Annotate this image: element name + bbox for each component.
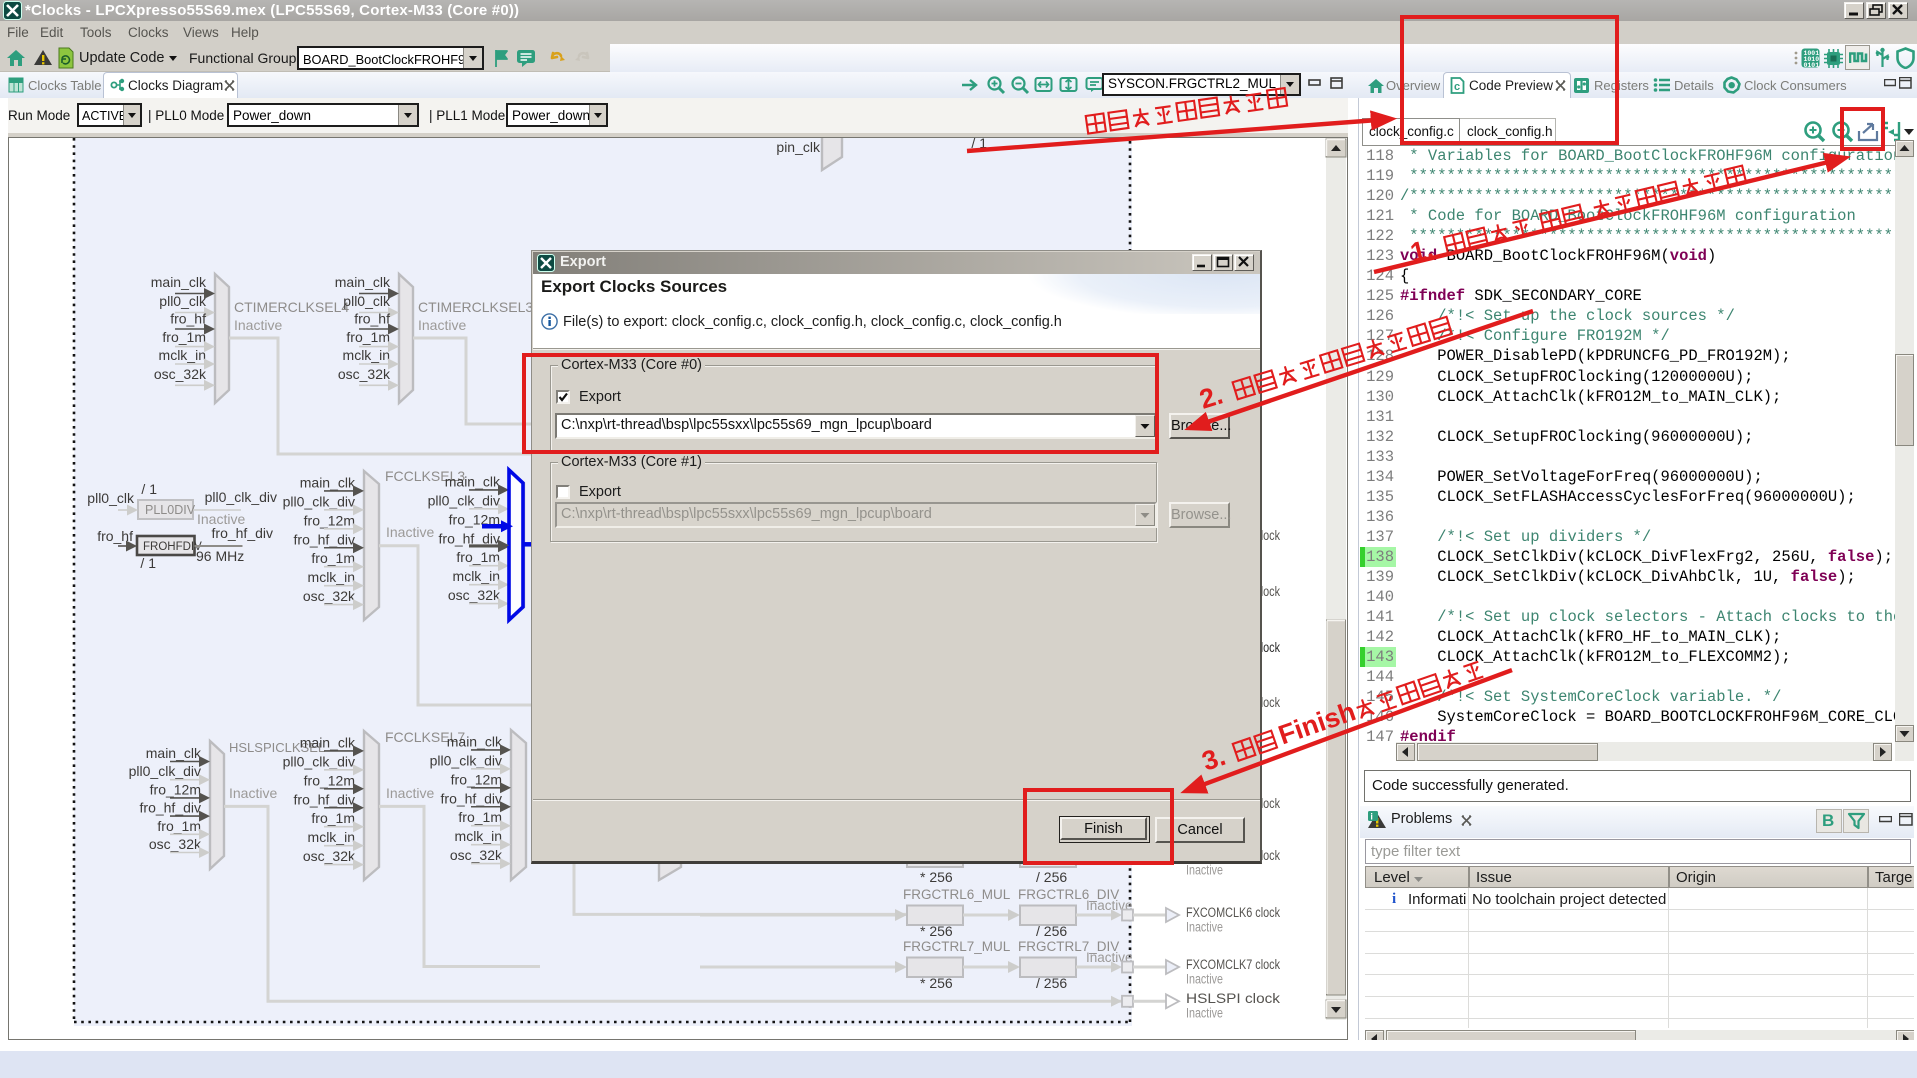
svg-text:main_clk: main_clk: [447, 733, 503, 749]
svg-text:osc_32k: osc_32k: [303, 848, 356, 864]
svg-text:mclk_in: mclk_in: [455, 828, 502, 844]
svg-text:CTIMERCLKSEL4: CTIMERCLKSEL4: [234, 299, 349, 315]
svg-text:i: i: [1370, 811, 1373, 821]
svg-text:* 256: * 256: [920, 923, 953, 939]
svg-text:fro_1m: fro_1m: [346, 329, 390, 345]
svg-text:mclk_in: mclk_in: [159, 347, 206, 363]
svg-text:fro_hf: fro_hf: [170, 311, 206, 327]
svg-text:fro_12m: fro_12m: [304, 772, 355, 788]
svg-text:mclk_in: mclk_in: [308, 829, 355, 845]
svg-text:FRGCTRL7_MUL: FRGCTRL7_MUL: [903, 939, 1011, 954]
svg-text:/ 1: / 1: [141, 481, 157, 497]
svg-text:main_clk: main_clk: [335, 274, 391, 290]
svg-text:fro_hf_div: fro_hf_div: [212, 525, 273, 541]
svg-text:osc_32k: osc_32k: [154, 366, 207, 382]
svg-text:FROHFDIV: FROHFDIV: [143, 541, 202, 553]
svg-text:FXCOMCLK6 clock: FXCOMCLK6 clock: [1186, 905, 1280, 920]
svg-text:mclk_in: mclk_in: [308, 569, 355, 585]
svg-text:Inactive: Inactive: [386, 785, 434, 801]
svg-text:/ 1: / 1: [971, 138, 987, 151]
svg-text:c: c: [1454, 81, 1460, 93]
svg-text:Inactive: Inactive: [386, 524, 434, 540]
svg-text:Inactive: Inactive: [1186, 863, 1223, 878]
svg-text:fro_hf_div: fro_hf_div: [294, 531, 355, 547]
svg-text:* 256: * 256: [920, 869, 953, 885]
svg-text:fro_1m: fro_1m: [311, 810, 355, 826]
svg-text:osc_32k: osc_32k: [450, 847, 503, 863]
svg-text:Inactive: Inactive: [229, 785, 277, 801]
svg-text:fro_hf_div: fro_hf_div: [439, 530, 500, 546]
svg-text:mclk_in: mclk_in: [453, 568, 500, 584]
svg-text:fro_12m: fro_12m: [304, 512, 355, 528]
svg-text:osc_32k: osc_32k: [338, 366, 391, 382]
svg-text:Inactive: Inactive: [1186, 920, 1223, 935]
svg-text:osc_32k: osc_32k: [149, 836, 202, 852]
svg-text:main_clk: main_clk: [300, 734, 356, 750]
svg-text:pll0_clk_div: pll0_clk_div: [430, 752, 502, 768]
svg-text:pll0_clk_div: pll0_clk_div: [283, 753, 355, 769]
svg-text:fro_hf_div: fro_hf_div: [140, 800, 201, 816]
svg-text:HSLSPI clock: HSLSPI clock: [1186, 991, 1280, 1006]
svg-text:osc_32k: osc_32k: [303, 588, 356, 604]
svg-text:fro_12m: fro_12m: [451, 771, 502, 787]
svg-text:fro_hf: fro_hf: [354, 311, 390, 327]
svg-text:fro_1m: fro_1m: [311, 550, 355, 566]
svg-text:fro_12m: fro_12m: [150, 781, 201, 797]
svg-text:pll0_clk_div: pll0_clk_div: [283, 493, 355, 509]
svg-text:PLL0DIV: PLL0DIV: [145, 503, 196, 517]
svg-text:fro_hf_div: fro_hf_div: [294, 791, 355, 807]
svg-text:pll0_clk: pll0_clk: [159, 293, 207, 309]
svg-text:pll0_clk: pll0_clk: [343, 293, 391, 309]
svg-text:/ 256: / 256: [1036, 869, 1067, 885]
svg-text:main_clk: main_clk: [300, 474, 356, 490]
svg-text:fro_1m: fro_1m: [162, 329, 206, 345]
svg-text:main_clk: main_clk: [146, 745, 202, 761]
svg-text:Inactive: Inactive: [1186, 1006, 1223, 1021]
svg-text:FRGCTRL6_MUL: FRGCTRL6_MUL: [903, 887, 1011, 902]
svg-text:Inactive: Inactive: [234, 317, 282, 333]
svg-text:main_clk: main_clk: [151, 274, 207, 290]
svg-text:fro_1m: fro_1m: [456, 549, 500, 565]
svg-text:/ 256: / 256: [1036, 923, 1067, 939]
svg-text:fro_hf_div: fro_hf_div: [441, 790, 502, 806]
svg-text:FXCOMCLK7 clock: FXCOMCLK7 clock: [1186, 957, 1280, 972]
svg-text:Inactive: Inactive: [1186, 972, 1223, 987]
svg-text:osc_32k: osc_32k: [448, 587, 501, 603]
svg-text:main_clk: main_clk: [445, 473, 501, 489]
svg-text:/ 256: / 256: [1036, 975, 1067, 991]
svg-text:mclk_in: mclk_in: [343, 347, 390, 363]
svg-text:CTIMERCLKSEL3: CTIMERCLKSEL3: [418, 299, 533, 315]
svg-text:pin_clk: pin_clk: [776, 139, 821, 155]
svg-text:pll0_clk_div: pll0_clk_div: [428, 492, 500, 508]
svg-text:96 MHz: 96 MHz: [196, 548, 244, 564]
svg-text:/ 1: / 1: [140, 555, 156, 571]
svg-text:Inactive: Inactive: [418, 317, 466, 333]
svg-text:* 256: * 256: [920, 975, 953, 991]
svg-text:fro_1m: fro_1m: [157, 818, 201, 834]
svg-text:0101: 0101: [1804, 62, 1820, 68]
svg-text:fro_1m: fro_1m: [458, 809, 502, 825]
svg-text:pll0_clk_div: pll0_clk_div: [205, 489, 277, 505]
svg-text:pll0_clk_div: pll0_clk_div: [129, 763, 201, 779]
svg-text:pll0_clk: pll0_clk: [87, 490, 135, 506]
